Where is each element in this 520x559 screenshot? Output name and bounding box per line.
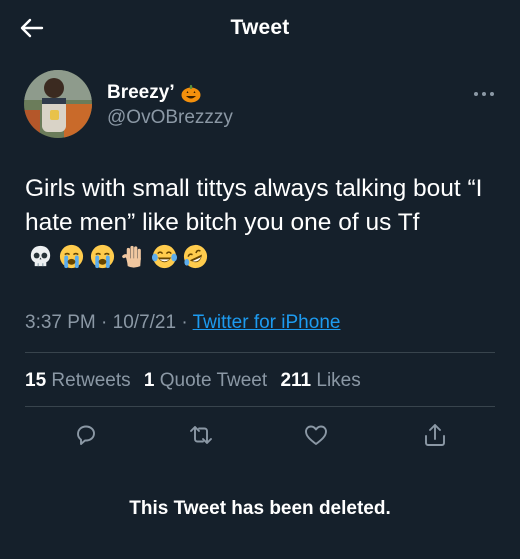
- user-handle[interactable]: @OvOBrezzzy: [107, 107, 233, 129]
- tweet-time: 3:37 PM: [25, 312, 96, 333]
- deleted-notice: This Tweet has been deleted.: [129, 498, 391, 519]
- retweets-count: 15: [25, 370, 47, 391]
- quotes-label: Quote Tweet: [159, 370, 268, 391]
- display-name[interactable]: Breezy’: [107, 82, 202, 104]
- loudly-crying-face-emoji: [59, 244, 84, 269]
- loudly-crying-face-emoji: [90, 244, 115, 269]
- emoji-group: [27, 243, 209, 270]
- more-dots-icon[interactable]: [470, 84, 498, 104]
- meta-separator: ·: [101, 312, 108, 333]
- rolling-laughing-emoji: [183, 244, 208, 269]
- skull-emoji: [30, 245, 51, 267]
- raised-hand-emoji: [122, 245, 141, 268]
- retweet-icon[interactable]: [187, 421, 215, 449]
- reply-icon[interactable]: [72, 421, 100, 449]
- tears-of-joy-emoji: [151, 244, 178, 269]
- likes-stat[interactable]: 211 Likes: [280, 370, 360, 391]
- tweet-source-link[interactable]: Twitter for iPhone: [193, 312, 341, 333]
- tweet-stats: 15 Retweets 1 Quote Tweet 211 Likes: [25, 370, 369, 392]
- top-bar: Tweet: [0, 0, 520, 56]
- quote-tweets-stat[interactable]: 1 Quote Tweet: [144, 370, 267, 391]
- retweets-stat[interactable]: 15 Retweets: [25, 370, 131, 391]
- page-title: Tweet: [230, 16, 290, 39]
- tweet-body: Girls with small tittys always talking b…: [25, 175, 483, 236]
- retweets-label: Retweets: [51, 370, 131, 391]
- action-bar: [0, 421, 520, 449]
- display-name-text: Breezy’: [107, 82, 175, 103]
- tweet-meta: 3:37 PM · 10/7/21 · Twitter for iPhone: [25, 312, 340, 334]
- likes-label: Likes: [316, 370, 361, 391]
- share-icon[interactable]: [421, 421, 449, 449]
- tweet-text: Girls with small tittys always talking b…: [25, 172, 495, 274]
- divider: [25, 406, 495, 407]
- pumpkin-emoji: [181, 85, 201, 103]
- avatar[interactable]: [24, 70, 92, 138]
- heart-icon[interactable]: [302, 421, 330, 449]
- divider: [25, 352, 495, 353]
- quotes-count: 1: [143, 370, 155, 391]
- tweet-date: 10/7/21: [112, 312, 177, 333]
- meta-separator: ·: [181, 312, 188, 333]
- likes-count: 211: [280, 370, 312, 391]
